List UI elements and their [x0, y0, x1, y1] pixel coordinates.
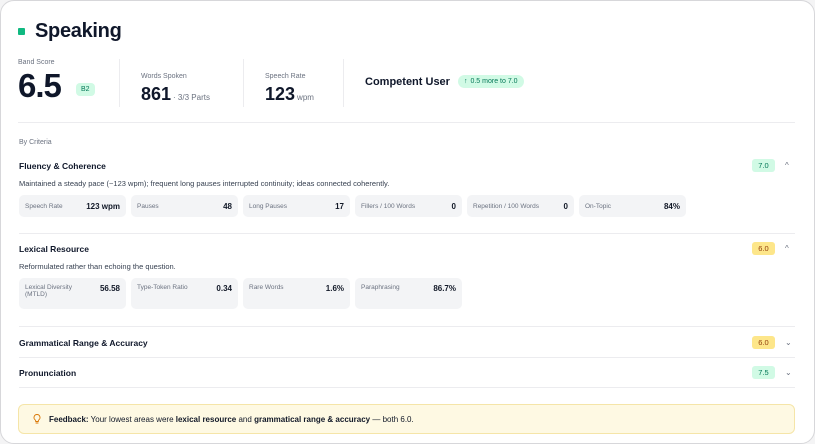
criterion-pronunciation: Pronunciation 7.5 ⌄ [19, 366, 795, 380]
words-spoken-stat: Words Spoken 861 · 3/3 Parts [141, 59, 251, 111]
band-score-stat: Band Score 6.5 B2 [18, 59, 118, 111]
criterion-header[interactable]: Fluency & Coherence 7.0 ^ [19, 159, 795, 173]
criterion-title: Fluency & Coherence [19, 161, 106, 171]
chevron-down-icon[interactable]: ⌄ [785, 368, 792, 377]
metric-chip: On-Topic 84% [579, 195, 686, 217]
metric-chip: Lexical Diversity (MTLD) 56.58 [19, 278, 126, 309]
metric-value: 86.7% [433, 284, 456, 293]
words-spoken-label: Words Spoken [141, 73, 187, 80]
criterion-grammar: Grammatical Range & Accuracy 6.0 ⌄ [19, 336, 795, 350]
metric-value: 0 [563, 201, 568, 211]
feedback-text: and [238, 414, 252, 424]
speech-rate-stat: Speech Rate 123 wpm [265, 59, 355, 111]
next-band-pill: ↑ 0.5 more to 7.0 [457, 75, 524, 88]
criterion-header[interactable]: Pronunciation 7.5 ⌄ [19, 366, 795, 380]
status-square-icon [18, 28, 25, 35]
band-score-label: Band Score [18, 59, 55, 66]
cefr-badge: B2 [76, 83, 95, 96]
speech-rate-unit: wpm [297, 93, 314, 102]
page-title: Speaking [35, 20, 122, 42]
feedback-highlight: lexical resource [175, 414, 237, 424]
metric-value: 56.58 [99, 284, 120, 293]
next-band-text: 0.5 more to 7.0 [470, 78, 518, 85]
metric-label: Lexical Diversity (MTLD) [25, 284, 72, 298]
lightbulb-icon [33, 414, 41, 424]
speech-rate-value: 123 [265, 84, 296, 104]
proficiency-level: Competent User ↑ 0.5 more to 7.0 [365, 75, 524, 88]
metric-value: 0.34 [216, 284, 232, 293]
feedback-text: Your lowest areas were [90, 414, 174, 424]
feedback-banner: Feedback: Your lowest areas were lexical… [18, 404, 795, 434]
metric-value: 0 [451, 201, 456, 211]
metric-label: Speech Rate [25, 202, 63, 210]
criterion-description: Reformulated rather than echoing the que… [19, 262, 176, 271]
metric-label: On-Topic [585, 202, 612, 210]
divider [19, 387, 795, 388]
criterion-header[interactable]: Grammatical Range & Accuracy 6.0 ⌄ [19, 336, 795, 350]
divider [19, 357, 795, 358]
criterion-score: 7.0 [752, 159, 775, 172]
metric-label: Fillers / 100 Words [361, 202, 416, 210]
criterion-score: 6.0 [752, 336, 775, 349]
metric-chips: Lexical Diversity (MTLD) 56.58 Type-Token… [19, 278, 795, 309]
criterion-lexical: Lexical Resource 6.0 ^ Reformulated rath… [19, 242, 795, 309]
metric-label: Repetition / 100 Words [473, 202, 539, 210]
metric-label: Pauses [137, 202, 159, 210]
criteria-heading: By Criteria [19, 139, 52, 146]
criterion-title: Grammatical Range & Accuracy [19, 338, 148, 348]
chevron-down-icon[interactable]: ⌄ [785, 338, 792, 347]
speaking-card: Speaking Band Score 6.5 B2 Words Spoken … [0, 0, 815, 444]
criterion-title: Pronunciation [19, 368, 77, 378]
divider [343, 59, 344, 107]
feedback-text: — both 6.0. [372, 414, 414, 424]
band-score-value: 6.5 [18, 67, 62, 104]
metric-value: 1.6% [325, 284, 344, 293]
metric-chip: Repetition / 100 Words 0 [467, 195, 574, 217]
metric-value: 17 [335, 201, 344, 211]
words-spoken-value: 861 [141, 84, 172, 104]
divider [19, 233, 795, 234]
page-header: Speaking [18, 20, 122, 43]
metric-chip: Paraphrasing 86.7% [355, 278, 462, 309]
speech-rate-label: Speech Rate [265, 73, 306, 80]
metric-chip: Fillers / 100 Words 0 [355, 195, 462, 217]
criterion-score: 6.0 [752, 242, 775, 255]
criterion-score: 7.5 [752, 366, 775, 379]
metric-label: Paraphrasing [361, 284, 400, 291]
metric-value: 48 [223, 201, 232, 211]
feedback-label: Feedback: [49, 414, 89, 424]
metric-chips: Speech Rate 123 wpm Pauses 48 Long Pauses 1… [19, 195, 795, 217]
words-spoken-sub: · 3/3 Parts [173, 93, 210, 102]
chevron-up-icon[interactable]: ^ [785, 244, 789, 253]
criterion-header[interactable]: Lexical Resource 6.0 ^ [19, 242, 795, 256]
metric-chip: Rare Words 1.6% [243, 278, 350, 309]
metric-chip: Type-Token Ratio 0.34 [131, 278, 238, 309]
arrow-up-icon: ↑ [463, 78, 468, 85]
metric-label: Long Pauses [249, 202, 287, 210]
criterion-fluency: Fluency & Coherence 7.0 ^ Maintained a s… [19, 159, 795, 217]
metric-label: Rare Words [249, 284, 284, 291]
divider [119, 59, 120, 107]
criterion-title: Lexical Resource [19, 244, 89, 254]
metric-label: Type-Token Ratio [137, 284, 188, 291]
feedback-highlight: grammatical range & accuracy [254, 414, 371, 424]
metric-chip: Speech Rate 123 wpm [19, 195, 126, 217]
metric-value: 123 wpm [86, 201, 120, 211]
stats-row: Band Score 6.5 B2 Words Spoken 861 · 3/3 … [18, 59, 795, 123]
divider [19, 326, 795, 327]
chevron-up-icon[interactable]: ^ [785, 161, 789, 170]
metric-chip: Long Pauses 17 [243, 195, 350, 217]
level-label: Competent User [365, 75, 450, 88]
metric-chip: Pauses 48 [131, 195, 238, 217]
criterion-description: Maintained a steady pace (~123 wpm); fre… [19, 179, 390, 188]
metric-value: 84% [663, 201, 680, 211]
divider [243, 59, 244, 107]
